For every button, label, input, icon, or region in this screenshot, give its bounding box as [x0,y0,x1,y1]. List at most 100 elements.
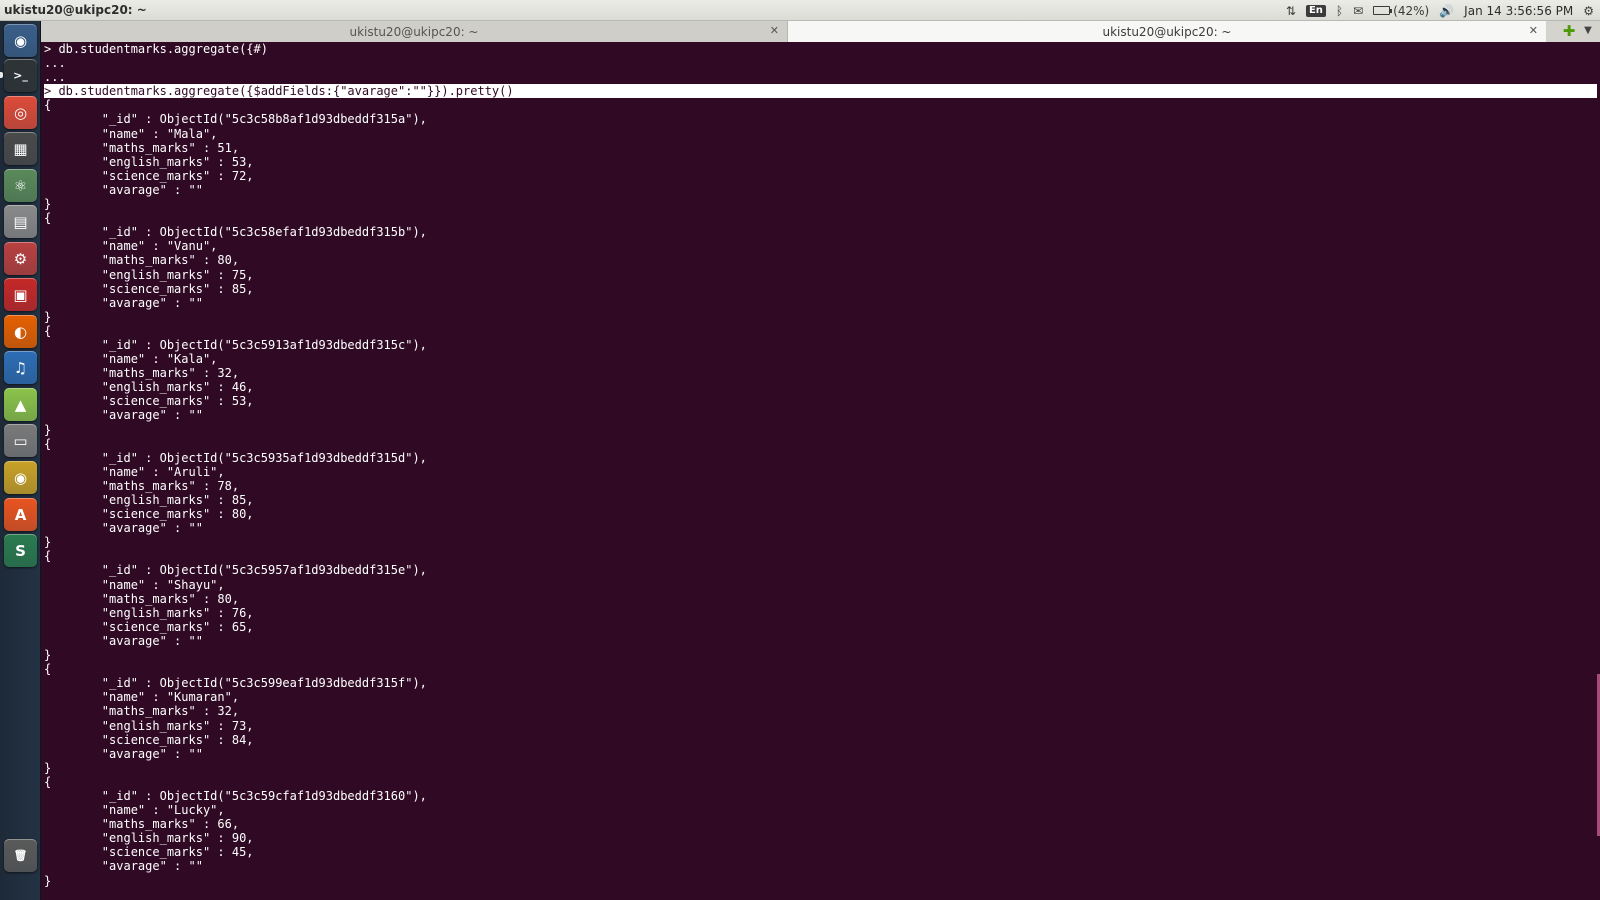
chevron-down-icon[interactable]: ▼ [1580,23,1596,39]
terminal-line: "avarage" : "" [44,746,203,761]
terminal-line: "avarage" : "" [44,408,203,423]
settings-gear-icon[interactable]: ⚙ [1583,5,1594,17]
terminal-line: { [44,549,52,564]
terminal-line: "maths_marks" : 78, [44,478,240,493]
terminal-line: "name" : "Vanu", [44,239,218,254]
chrome-icon[interactable]: ◎ [4,96,37,129]
firefox-icon[interactable]: ◐ [4,315,37,348]
terminal-line: "name" : "Lucky", [44,803,225,818]
terminal-line: } [44,760,52,775]
terminal-line: } [44,197,52,212]
tab-terminal-1[interactable]: ukistu20@ukipc20: ~ ✕ [41,21,788,42]
launcher: ◉ >_ ◎ ▦ ⚛ ▤ ⚙ ▣ ◐ ♫ ▲ ▭ ◉ A S 🗑 [0,21,41,900]
terminal-line: "avarage" : "" [44,859,203,874]
terminal-line: "english_marks" : 85, [44,493,254,507]
terminal-icon[interactable]: >_ [4,59,37,92]
music-player-icon[interactable]: ♫ [4,351,37,384]
terminal-line: { [44,436,52,451]
terminal-line: "english_marks" : 73, [44,718,254,733]
terminal-line: } [44,648,52,663]
image-viewer-icon[interactable]: ▣ [4,278,37,311]
terminal-line: > db.studentmarks.aggregate({#) [44,42,268,56]
terminal-line: "name" : "Mala", [44,126,218,141]
terminal-line: } [44,309,52,324]
close-icon[interactable]: ✕ [770,24,779,37]
terminal-line: "maths_marks" : 32, [44,704,240,719]
terminal-line: "_id" : ObjectId("5c3c59cfaf1d93dbeddf31… [44,788,427,803]
disc-burner-icon[interactable]: ◉ [4,461,37,494]
terminal-line: "_id" : ObjectId("5c3c5935af1d93dbeddf31… [44,450,427,465]
terminal-line: "_id" : ObjectId("5c3c58efaf1d93dbeddf31… [44,225,427,240]
terminal-line: "science_marks" : 65, [44,619,254,634]
terminal-line: "_id" : ObjectId("5c3c58b8af1d93dbeddf31… [44,112,427,127]
window-title: ukistu20@ukipc20: ~ [4,3,147,17]
terminal-line: "maths_marks" : 80, [44,591,240,606]
tab-bar: ukistu20@ukipc20: ~ ✕ ukistu20@ukipc20: … [41,21,1600,42]
tab-label: ukistu20@ukipc20: ~ [349,24,479,39]
terminal-line: ... [44,70,66,85]
network-updown-icon[interactable]: ⇅ [1286,5,1296,17]
terminal-line: "maths_marks" : 32, [44,366,240,381]
terminal-line: "name" : "Kumaran", [44,690,240,705]
terminal-line: { [44,98,52,113]
files-icon[interactable]: ▤ [4,205,37,238]
terminal-line: { [44,662,52,677]
terminal-line: "science_marks" : 72, [44,168,254,183]
terminal-line: "avarage" : "" [44,182,203,197]
bluetooth-icon[interactable]: ᛒ [1336,5,1343,17]
battery-indicator[interactable]: (42%) [1373,5,1429,17]
dash-home-icon[interactable]: ◉ [4,24,37,57]
running-indicator [0,72,3,78]
terminal-line: { [44,211,52,226]
terminal-line: "english_marks" : 75, [44,267,254,282]
terminal-output[interactable]: > db.studentmarks.aggregate({#)...... > d… [41,42,1600,900]
terminal-line: "name" : "Kala", [44,352,218,367]
terminal-line: "maths_marks" : 66, [44,817,240,832]
volume-icon[interactable]: 🔊 [1439,5,1454,17]
terminal-line: "english_marks" : 46, [44,380,254,395]
keyboard-layout-indicator[interactable]: En [1305,4,1326,17]
terminal-line: "english_marks" : 90, [44,831,254,846]
terminal-line: "maths_marks" : 51, [44,140,240,155]
terminal-line: "science_marks" : 84, [44,732,254,747]
terminal-line: "avarage" : "" [44,295,203,310]
atom-icon[interactable]: ⚛ [4,169,37,202]
terminal-line: "science_marks" : 85, [44,281,254,296]
terminal-line: "avarage" : "" [44,521,203,536]
system-settings-icon[interactable]: ⚙ [4,242,37,275]
new-tab-button[interactable]: ✚ [1561,23,1577,39]
terminal-line: } [44,873,52,888]
battery-icon [1373,6,1393,15]
terminal-lines: > db.studentmarks.aggregate({#)...... > d… [44,42,1597,888]
terminal-line: } [44,535,52,550]
battery-percent: (42%) [1393,3,1430,18]
workspace-switcher-icon[interactable]: ▦ [4,132,37,165]
mail-icon[interactable]: ✉ [1353,5,1363,17]
terminal-line: "maths_marks" : 80, [44,253,240,268]
terminal-line: "name" : "Aruli", [44,464,225,479]
command-line-selected: > db.studentmarks.aggregate({$addFields:… [44,84,1597,99]
terminal-line: "avarage" : "" [44,633,203,648]
tab-terminal-2[interactable]: ukistu20@ukipc20: ~ ✕ [788,21,1546,42]
top-panel: ukistu20@ukipc20: ~ ⇅ En ᛒ ✉ (42%) 🔊 Jan… [0,0,1600,21]
drive-icon[interactable]: ▭ [4,424,37,457]
terminal-line: "_id" : ObjectId("5c3c599eaf1d93dbeddf31… [44,676,427,691]
clock[interactable]: Jan 14 3:56:56 PM [1464,4,1573,18]
terminal-line: ... [44,56,66,71]
android-icon[interactable]: ▲ [4,388,37,421]
terminal-line: } [44,422,52,437]
indicator-area: ⇅ En ᛒ ✉ (42%) 🔊 Jan 14 3:56:56 PM ⚙ [1286,2,1594,19]
slides-icon[interactable]: S [4,534,37,567]
terminal-line: "_id" : ObjectId("5c3c5957af1d93dbeddf31… [44,563,427,578]
terminal-line: "science_marks" : 80, [44,507,254,522]
close-icon[interactable]: ✕ [1529,24,1538,37]
terminal-line: "science_marks" : 45, [44,845,254,860]
tab-label: ukistu20@ukipc20: ~ [1102,24,1232,39]
trash-icon[interactable]: 🗑 [4,839,37,872]
software-center-icon[interactable]: A [4,498,37,531]
terminal-line: "english_marks" : 76, [44,605,254,620]
terminal-line: "name" : "Shayu", [44,577,225,592]
terminal-line: { [44,323,52,338]
terminal-line: { [44,774,52,789]
terminal-line: "english_marks" : 53, [44,154,254,169]
